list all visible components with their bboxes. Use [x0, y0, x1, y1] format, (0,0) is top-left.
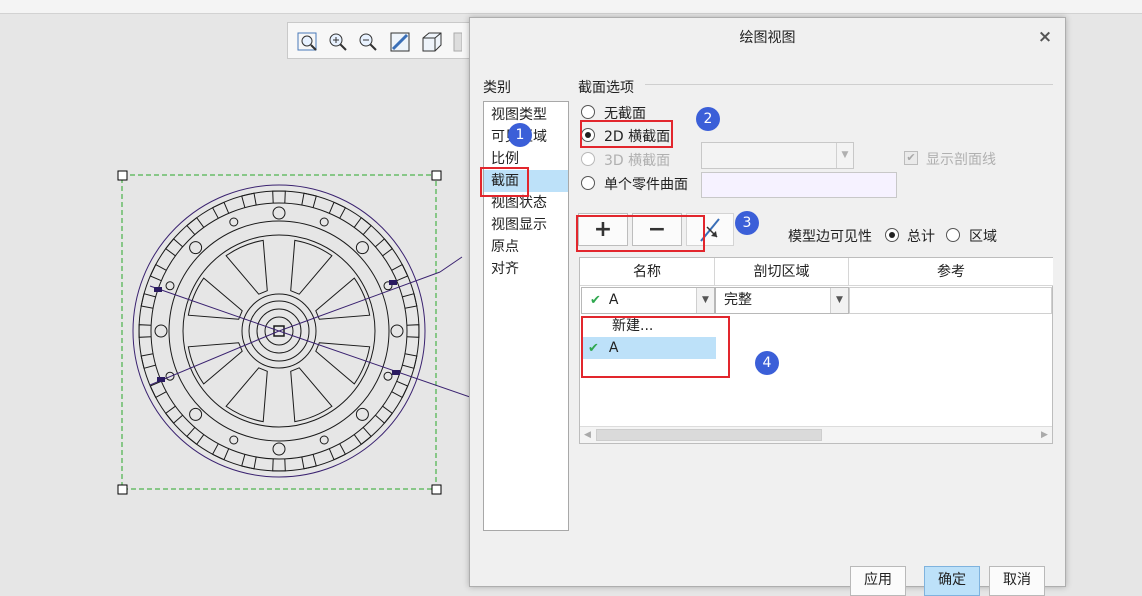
zoom-out-icon[interactable]	[356, 30, 380, 54]
section-name-value: A	[608, 292, 619, 308]
section-name-dropdown: 新建... ✔ A	[583, 315, 716, 359]
step-badge-3: 3	[735, 211, 759, 235]
category-item-view-state[interactable]: 视图状态	[484, 192, 568, 214]
chevron-down-icon: ▼	[836, 143, 853, 168]
category-item-view-display[interactable]: 视图显示	[484, 214, 568, 236]
cancel-button[interactable]: 取消	[989, 566, 1045, 596]
section-region-select[interactable]: 完整 ▼	[715, 287, 849, 314]
step-badge-1: 1	[508, 123, 532, 147]
remove-section-button[interactable]: −	[632, 213, 682, 246]
radio-no-section[interactable]	[581, 105, 595, 119]
scroll-left-icon[interactable]: ◀	[580, 427, 595, 443]
radio-3d-section[interactable]	[581, 152, 595, 166]
repaint-icon[interactable]	[388, 30, 412, 54]
category-item-origin[interactable]: 原点	[484, 236, 568, 258]
scroll-right-icon[interactable]: ▶	[1037, 427, 1052, 443]
drawing-view	[117, 170, 470, 495]
show-hatch-label: 显示剖面线	[926, 152, 996, 168]
radio-edge-area-label: 区域	[969, 229, 997, 245]
section-reference-cell[interactable]	[849, 287, 1052, 314]
category-list[interactable]: 视图类型 可见区域 比例 截面 视图状态 视图显示 原点 对齐	[483, 101, 569, 531]
drawing-canvas[interactable]	[0, 14, 470, 585]
zoom-fit-icon[interactable]	[296, 30, 320, 54]
category-item-section[interactable]: 截面	[484, 170, 568, 192]
show-hatch-checkbox[interactable]: ✔	[904, 151, 918, 165]
zoom-in-icon[interactable]	[326, 30, 350, 54]
step-badge-4: 4	[755, 351, 779, 375]
window-top-bar	[0, 0, 1142, 14]
radio-no-section-label: 无截面	[604, 106, 646, 122]
view-toolbar	[287, 22, 477, 59]
check-icon: ✔	[590, 293, 601, 308]
more-tools-icon[interactable]	[452, 30, 463, 54]
horizontal-scrollbar[interactable]: ◀ ▶	[580, 426, 1052, 443]
radio-2d-section[interactable]	[581, 128, 595, 142]
part-surface-input[interactable]	[701, 172, 897, 198]
close-icon[interactable]: ×	[1035, 26, 1055, 48]
dropdown-item-a-label: A	[608, 340, 619, 356]
ok-button[interactable]: 确定	[924, 566, 980, 596]
radio-edge-total[interactable]	[885, 228, 899, 242]
chevron-down-icon: ▼	[830, 288, 848, 313]
drawing-view-dialog: 绘图视图 × 类别 视图类型 可见区域 比例 截面 视图状态 视图显示 原点 对…	[469, 17, 1066, 596]
radio-single-part-surface[interactable]	[581, 176, 595, 190]
dialog-title: 绘图视图	[739, 30, 796, 46]
column-header-region[interactable]: 剖切区域	[715, 258, 849, 286]
add-section-button[interactable]: +	[578, 213, 628, 246]
column-header-name[interactable]: 名称	[580, 258, 715, 286]
category-item-view-type[interactable]: 视图类型	[484, 104, 568, 126]
edge-visibility-label: 模型边可见性	[788, 229, 872, 245]
chevron-down-icon: ▼	[696, 288, 714, 313]
section-region-value: 完整	[724, 292, 752, 308]
section-options-label: 截面选项	[578, 80, 634, 96]
dropdown-item-a[interactable]: ✔ A	[583, 337, 716, 359]
view-orientation-icon[interactable]	[420, 30, 444, 54]
category-item-scale[interactable]: 比例	[484, 148, 568, 170]
section-name-select[interactable]: ✔ A ▼	[581, 287, 715, 314]
check-icon: ✔	[588, 341, 599, 356]
radio-single-part-surface-label: 单个零件曲面	[604, 177, 688, 193]
section-table: 名称 剖切区域 参考 ✔ A ▼ 完整 ▼ 新建... ✔ A ◀ ▶	[579, 257, 1053, 444]
category-item-alignment[interactable]: 对齐	[484, 258, 568, 280]
flip-arrow-icon	[700, 218, 720, 242]
radio-3d-section-label: 3D 横截面	[604, 153, 671, 169]
3d-section-select[interactable]: ▼	[701, 142, 854, 169]
radio-edge-total-label: 总计	[907, 229, 935, 245]
apply-button[interactable]: 应用	[850, 566, 906, 596]
section-divider	[645, 84, 1053, 85]
dropdown-item-new[interactable]: 新建...	[583, 315, 716, 337]
radio-edge-area[interactable]	[946, 228, 960, 242]
column-header-reference[interactable]: 参考	[849, 258, 1053, 286]
step-badge-2: 2	[696, 107, 720, 131]
category-label: 类别	[483, 80, 511, 96]
radio-2d-section-label: 2D 横截面	[604, 129, 671, 145]
flip-arrow-button[interactable]	[686, 213, 734, 246]
scrollbar-thumb[interactable]	[596, 429, 822, 441]
